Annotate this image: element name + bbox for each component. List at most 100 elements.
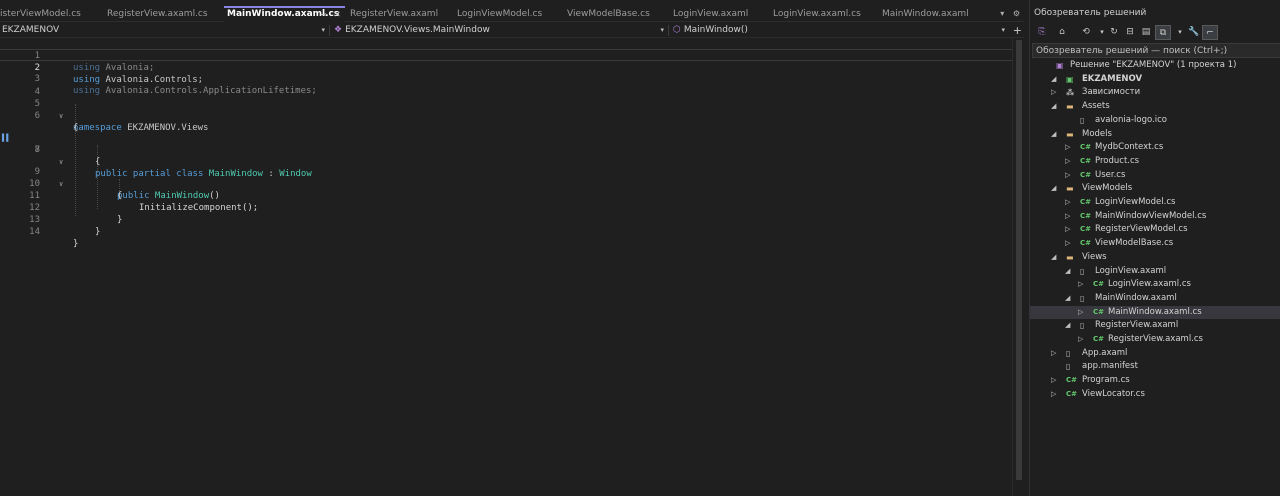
chevron-down-icon: ▾ <box>1001 26 1005 34</box>
refresh-icon[interactable]: ↻ <box>1106 25 1122 40</box>
tree-item-label: Assets <box>1082 101 1110 112</box>
scrollbar-thumb[interactable] <box>1016 40 1022 480</box>
collapsed-arrow-icon[interactable]: ▷ <box>1078 278 1083 292</box>
collapsed-arrow-icon[interactable]: ▷ <box>1051 86 1056 100</box>
tree-item-label: ViewModelBase.cs <box>1095 238 1174 249</box>
csharp-file-icon: C# <box>1080 239 1092 248</box>
tree-item-dependencies[interactable]: ▷ ⁂ Зависимости <box>1030 86 1280 100</box>
member-dropdown[interactable]: ⬡ MainWindow() ▾ <box>673 23 1008 38</box>
tree-item-file[interactable]: ◢ ▯ LoginView.axaml <box>1030 265 1280 279</box>
collapsed-arrow-icon[interactable]: ▷ <box>1051 347 1056 361</box>
tree-item-label: User.cs <box>1095 169 1126 180</box>
show-all-files-icon[interactable]: ▤ <box>1138 25 1154 40</box>
tree-item-file[interactable]: ▷ C# Program.cs <box>1030 374 1280 388</box>
code-editor[interactable]: isterViewModel.cs RegisterView.axaml.cs … <box>0 0 1024 496</box>
tree-item-file[interactable]: ▯ avalonia-logo.ico <box>1030 114 1280 128</box>
tab-view-model-base[interactable]: ViewModelBase.cs <box>567 6 665 22</box>
collapsed-arrow-icon[interactable]: ▷ <box>1065 169 1070 183</box>
collapsed-arrow-icon[interactable]: ▷ <box>1065 223 1070 237</box>
tab-label: LoginViewModel.cs <box>457 9 543 19</box>
tree-item-file[interactable]: ▷ ▯ App.axaml <box>1030 347 1280 361</box>
tree-item-assets-folder[interactable]: ◢ ▬ Assets <box>1030 100 1280 114</box>
tree-item-file[interactable]: ◢ ▯ MainWindow.axaml <box>1030 292 1280 306</box>
expanded-arrow-icon[interactable]: ◢ <box>1051 73 1056 87</box>
tab-login-view-axaml-cs[interactable]: LoginView.axaml.cs <box>773 6 875 22</box>
home-icon[interactable]: ⌂ <box>1054 25 1070 40</box>
tree-item-views-folder[interactable]: ◢ ▬ Views <box>1030 251 1280 265</box>
tree-item-file[interactable]: ▷ C# RegisterView.axaml.cs <box>1030 333 1280 347</box>
switch-views-icon[interactable]: ⎘ <box>1034 25 1050 40</box>
expanded-arrow-icon[interactable]: ◢ <box>1051 128 1056 142</box>
collapsed-arrow-icon[interactable]: ▷ <box>1078 306 1083 320</box>
tab-login-view-model[interactable]: LoginViewModel.cs <box>457 6 557 22</box>
split-editor-plus-icon[interactable]: + <box>1013 23 1022 38</box>
tree-item-label: RegisterView.axaml <box>1095 320 1179 331</box>
collapsed-arrow-icon[interactable]: ▷ <box>1065 196 1070 210</box>
tree-item-label: LoginViewModel.cs <box>1095 197 1176 207</box>
csharp-file-icon: C# <box>1080 211 1092 220</box>
tree-item-file[interactable]: ▷ C# MainWindowViewModel.cs <box>1030 210 1280 224</box>
collapsed-arrow-icon[interactable]: ▷ <box>1065 210 1070 224</box>
editor-scrollbar[interactable] <box>1012 38 1024 496</box>
collapsed-arrow-icon[interactable]: ▷ <box>1065 141 1070 155</box>
project-dropdown[interactable]: EKZAMENOV ▾ <box>2 23 328 38</box>
xaml-file-icon: ▯ <box>1080 266 1085 276</box>
collapsed-arrow-icon[interactable]: ▷ <box>1051 374 1056 388</box>
collapsed-arrow-icon[interactable]: ▷ <box>1051 388 1056 402</box>
tab-register-view-axaml-cs[interactable]: RegisterView.axaml.cs <box>107 6 213 22</box>
tab-login-view-axaml[interactable]: LoginView.axaml <box>673 6 763 22</box>
tree-item-label: Product.cs <box>1095 155 1140 166</box>
tab-register-view-model[interactable]: isterViewModel.cs <box>0 6 92 22</box>
pin-icon[interactable]: ⊸ <box>320 8 327 21</box>
tab-label: ViewModelBase.cs <box>567 9 650 19</box>
pending-changes-icon[interactable]: ⌐ <box>1202 25 1218 40</box>
expanded-arrow-icon[interactable]: ◢ <box>1051 100 1056 114</box>
explorer-search-input[interactable]: Обозреватель решений — поиск (Ctrl+;) <box>1032 43 1280 58</box>
tree-item-file[interactable]: ▷ C# MydbContext.cs <box>1030 141 1280 155</box>
tab-main-window-axaml[interactable]: MainWindow.axaml <box>882 6 978 22</box>
method-icon: ⬡ <box>673 25 681 35</box>
expanded-arrow-icon[interactable]: ◢ <box>1065 292 1070 306</box>
code-text: } <box>73 239 79 249</box>
collapsed-arrow-icon[interactable]: ▷ <box>1065 237 1070 251</box>
tab-label: isterViewModel.cs <box>0 9 81 19</box>
tree-item-file[interactable]: ▷ C# Product.cs <box>1030 155 1280 169</box>
expanded-arrow-icon[interactable]: ◢ <box>1051 251 1056 265</box>
tree-item-project[interactable]: ◢ ▣ EKZAMENOV <box>1030 73 1280 87</box>
expanded-arrow-icon[interactable]: ◢ <box>1051 182 1056 196</box>
collapsed-arrow-icon[interactable]: ▷ <box>1078 333 1083 347</box>
type-dropdown[interactable]: ❖ EKZAMENOV.Views.MainWindow ▾ <box>334 23 667 38</box>
settings-icon[interactable]: ⚙ <box>1013 9 1020 18</box>
collapsed-arrow-icon[interactable]: ▷ <box>1065 155 1070 169</box>
tree-item-solution[interactable]: ▣ Решение "EKZAMENOV" (1 проекта 1) <box>1030 59 1280 73</box>
tree-item-file[interactable]: ▷ C# LoginViewModel.cs <box>1030 196 1280 210</box>
xaml-file-icon: ▯ <box>1080 321 1085 331</box>
tree-item-file[interactable]: ▷ C# ViewModelBase.cs <box>1030 237 1280 251</box>
tree-item-models-folder[interactable]: ◢ ▬ Models <box>1030 128 1280 142</box>
tree-item-file[interactable]: ▷ C# ViewLocator.cs <box>1030 388 1280 402</box>
tab-list-dropdown-icon[interactable]: ▾ <box>1000 9 1004 18</box>
preview-icon[interactable]: ⧉ <box>1155 25 1171 40</box>
sync-icon[interactable]: ⟲ <box>1078 25 1094 40</box>
collapse-all-icon[interactable]: ⊟ <box>1122 25 1138 40</box>
tree-item-file-selected[interactable]: ▷ C# MainWindow.axaml.cs <box>1030 305 1280 320</box>
tree-item-label: MydbContext.cs <box>1095 142 1164 153</box>
expanded-arrow-icon[interactable]: ◢ <box>1065 265 1070 279</box>
tab-main-window-axaml-cs[interactable]: MainWindow.axaml.cs ⊸ ✕ <box>224 6 345 22</box>
csharp-file-icon: C# <box>1093 307 1105 316</box>
tree-item-file[interactable]: ▷ C# User.cs <box>1030 169 1280 183</box>
tree-item-label: Views <box>1082 251 1107 262</box>
tree-item-file[interactable]: ▯ app.manifest <box>1030 360 1280 374</box>
tree-item-file[interactable]: ◢ ▯ RegisterView.axaml <box>1030 319 1280 333</box>
tree-item-file[interactable]: ▷ C# LoginView.axaml.cs <box>1030 278 1280 292</box>
expanded-arrow-icon[interactable]: ◢ <box>1065 319 1070 333</box>
code-line: 4 <box>0 74 1012 97</box>
tab-label: LoginView.axaml.cs <box>773 9 861 19</box>
close-icon[interactable]: ✕ <box>334 8 341 21</box>
tree-item-file[interactable]: ▷ C# RegisterViewModel.cs <box>1030 223 1280 237</box>
tree-item-viewmodels-folder[interactable]: ◢ ▬ ViewModels <box>1030 182 1280 196</box>
code-area[interactable]: 1 using Avalonia; 2 using Avalonia.Contr… <box>0 38 1012 496</box>
properties-wrench-icon[interactable]: 🔧 <box>1186 25 1202 40</box>
explorer-toolbar: ⎘ ⌂ ⟲ ▾ ↻ ⊟ ▤ ⧉ ▾ 🔧 ⌐ <box>1030 23 1280 42</box>
tab-register-view-axaml[interactable]: RegisterView.axaml <box>350 6 450 22</box>
